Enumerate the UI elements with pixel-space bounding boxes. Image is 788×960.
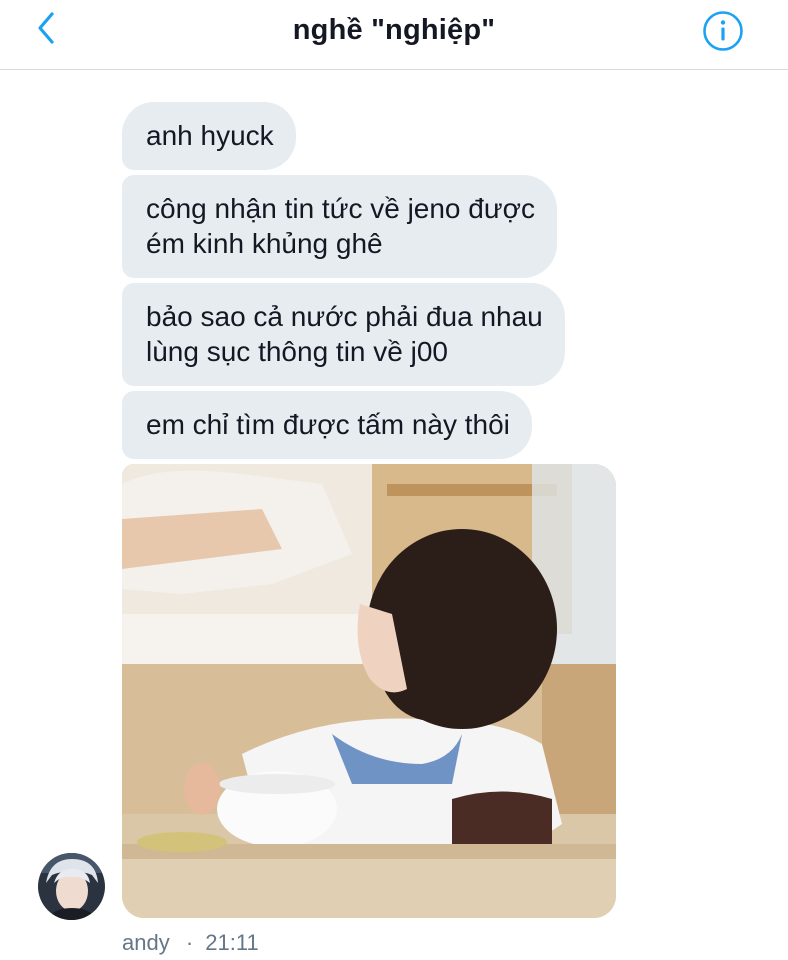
message-thread[interactable]: anh hyuck công nhận tin tức về jeno được… [0, 70, 788, 960]
meta-separator: · [185, 930, 194, 955]
sender-avatar[interactable] [38, 853, 105, 920]
message-bubble[interactable]: anh hyuck [122, 102, 296, 170]
message-photo[interactable] [122, 464, 616, 918]
conversation-header: nghề "nghiệp" [0, 0, 788, 70]
message-bubble[interactable]: em chỉ tìm được tấm này thôi [122, 391, 532, 459]
message-timestamp: 21:11 [205, 930, 259, 955]
sender-name: andy [122, 930, 170, 955]
info-button[interactable] [701, 9, 745, 53]
conversation-title: nghề "nghiệp" [292, 14, 496, 46]
message-meta: andy · 21:11 [122, 930, 259, 956]
info-icon [703, 11, 743, 51]
message-bubble[interactable]: bảo sao cả nước phải đua nhau lùng sục t… [122, 283, 565, 386]
message-bubble[interactable]: công nhận tin tức về jeno được ém kinh k… [122, 175, 557, 278]
